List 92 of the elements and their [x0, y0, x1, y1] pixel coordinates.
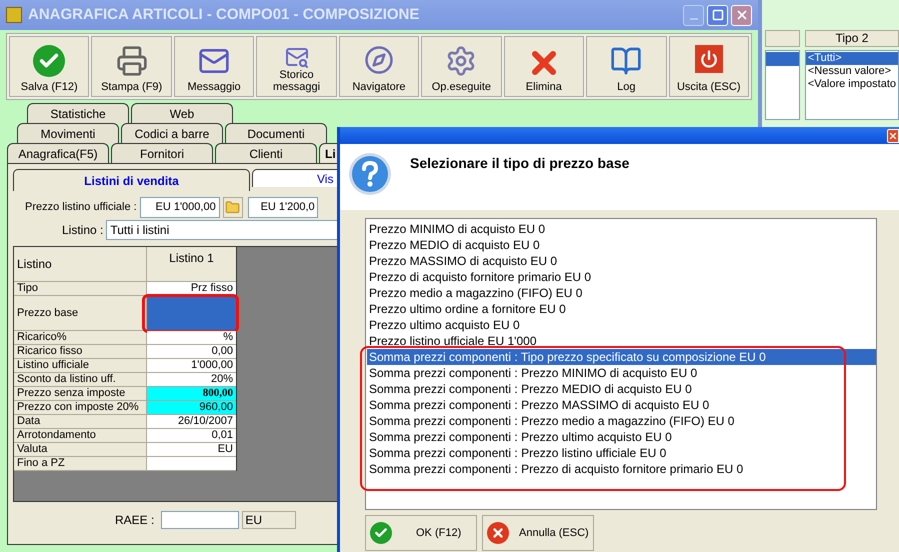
tab[interactable]: Listini di vendita [13, 169, 250, 191]
table-cell: % [147, 331, 236, 344]
list-item[interactable]: Prezzo MASSIMO di acquisto EU 0 [367, 253, 876, 269]
cancel-button[interactable]: Annulla (ESC) [482, 515, 594, 551]
tab[interactable]: Statistiche [27, 103, 129, 124]
toolbar-button[interactable]: Log [586, 36, 666, 97]
table-cell: 20% [147, 373, 236, 386]
list-item[interactable]: Prezzo ultimo acquisto EU 0 [367, 317, 876, 333]
table-cell: 1'000,00 [147, 359, 236, 372]
row-label: Prezzo senza imposte [14, 387, 147, 400]
tab[interactable]: Codici a barre [121, 123, 223, 144]
list-item[interactable]: Somma prezzi componenti : Prezzo medio a magazzino (FIFO) EU 0 [367, 413, 876, 429]
row-label: Prezzo base [14, 296, 147, 330]
raee-field[interactable] [161, 511, 240, 529]
list-item[interactable]: Somma prezzi componenti : Prezzo MEDIO di acquisto EU 0 [367, 381, 876, 397]
list-item[interactable]: Somma prezzi componenti : Tipo prezzo specificato su composizione EU 0 [367, 349, 876, 365]
row-label: Fino a PZ [14, 457, 147, 470]
toolbar-button[interactable]: Storico messaggi [256, 36, 337, 97]
power-icon [694, 45, 723, 73]
book-icon [610, 45, 642, 77]
row-label: Prezzo con imposte 20% [14, 401, 147, 414]
minimize-button[interactable] [683, 4, 704, 26]
row-label: Data [14, 415, 147, 428]
tab[interactable]: Anagrafica(F5) [7, 143, 109, 164]
dialog-title: Selezionare il tipo di prezzo base [410, 154, 630, 173]
close-button[interactable] [887, 128, 899, 142]
printer-icon [116, 45, 148, 77]
table-cell: 0,01 [147, 429, 236, 442]
maximize-icon [712, 9, 724, 21]
toolbar-button[interactable]: Navigatore [338, 36, 420, 97]
list-item[interactable]: <Valore impostato [806, 78, 898, 91]
table-cell: 800,00 [147, 387, 236, 400]
row-label: Ricarico fisso [14, 345, 147, 358]
list-item[interactable]: Prezzo ultimo ordine a fornitore EU 0 [367, 301, 876, 317]
list-item[interactable]: Prezzo MINIMO di acquisto EU 0 [367, 221, 876, 237]
list-item[interactable]: Somma prezzi componenti : Prezzo di acquisto fornitore primario EU 0 [367, 461, 876, 477]
table-cell: 960,00 [147, 401, 236, 414]
table-cell: EU [147, 443, 236, 456]
tab[interactable]: Documenti [225, 123, 327, 144]
list-item[interactable]: Somma prezzi componenti : Prezzo MINIMO di acquisto EU 0 [367, 365, 876, 381]
toolbar-button[interactable]: Elimina [504, 36, 584, 97]
toolbar-button[interactable]: Messaggio [174, 36, 254, 97]
row-label: Tipo [14, 282, 147, 295]
list-item[interactable]: Somma prezzi componenti : Prezzo listino ufficiale EU 0 [367, 445, 876, 461]
toolbar-button[interactable]: Stampa (F9) [91, 36, 172, 97]
price-field[interactable]: EU 1'000,00 [140, 196, 220, 218]
box-icon [6, 7, 22, 23]
column-header: Tipo 2 [804, 30, 899, 47]
tab[interactable]: Movimenti [17, 123, 119, 144]
close-button[interactable] [731, 4, 752, 26]
table-cell: 26/10/2007 [147, 415, 236, 428]
window-title: ANAGRAFICA ARTICOLI - COMPO01 - COMPOSIZIONE [28, 4, 420, 25]
question-icon [348, 152, 392, 196]
list-item[interactable]: Prezzo medio a magazzino (FIFO) EU 0 [367, 285, 876, 301]
list-item[interactable]: Somma prezzi componenti : Prezzo MASSIMO di acquisto EU 0 [367, 397, 876, 413]
tab[interactable]: Clienti [215, 143, 317, 164]
field-label: RAEE : [115, 512, 154, 529]
check-icon [33, 45, 66, 77]
list-item[interactable]: Somma prezzi componenti : Prezzo ultimo acquisto EU 0 [367, 429, 876, 445]
folder-icon [225, 200, 240, 214]
list-item[interactable]: <Tutti> [806, 52, 898, 65]
currency-field: EU [242, 511, 296, 529]
column-header [765, 30, 800, 47]
row-label: Listino ufficiale [14, 359, 147, 372]
row-label: Ricarico% [14, 331, 147, 344]
tab[interactable]: Web [131, 103, 233, 124]
field-label: Listino : [62, 222, 104, 239]
table-cell: 0,00 [147, 345, 236, 358]
column-header: Listino 1 [147, 247, 236, 281]
row-label: Arrotondamento [14, 429, 147, 442]
cross-icon [487, 522, 509, 544]
close-icon [734, 8, 748, 22]
list-item[interactable]: <Nessun valore> [806, 65, 898, 78]
tab[interactable]: Fornitori [111, 143, 213, 164]
list-item[interactable]: Prezzo di acquisto fornitore primario EU 0 [367, 269, 876, 285]
toolbar-button[interactable]: Uscita (ESC) [668, 36, 749, 97]
column-header: Listino [14, 247, 147, 281]
table-cell: Prz fisso [147, 282, 236, 295]
ok-button[interactable]: OK (F12) [365, 515, 477, 551]
row-label: Sconto da listino uff. [14, 373, 147, 386]
folder-button[interactable] [222, 196, 243, 218]
maximize-button[interactable] [707, 4, 728, 26]
list-item[interactable]: Prezzo listino ufficiale EU 1'000 [367, 333, 876, 349]
compass-icon [364, 45, 394, 75]
toolbar-button[interactable]: Op.eseguite [421, 36, 502, 97]
field-label: Prezzo listino ufficiale : [25, 200, 137, 215]
close-icon [888, 130, 898, 140]
price-field[interactable]: EU 1'200,0 [248, 196, 318, 218]
check-icon [370, 522, 392, 544]
list-item[interactable]: Prezzo MEDIO di acquisto EU 0 [367, 237, 876, 253]
row-label: Valuta [14, 443, 147, 456]
toolbar-button[interactable]: Salva (F12) [9, 36, 90, 97]
